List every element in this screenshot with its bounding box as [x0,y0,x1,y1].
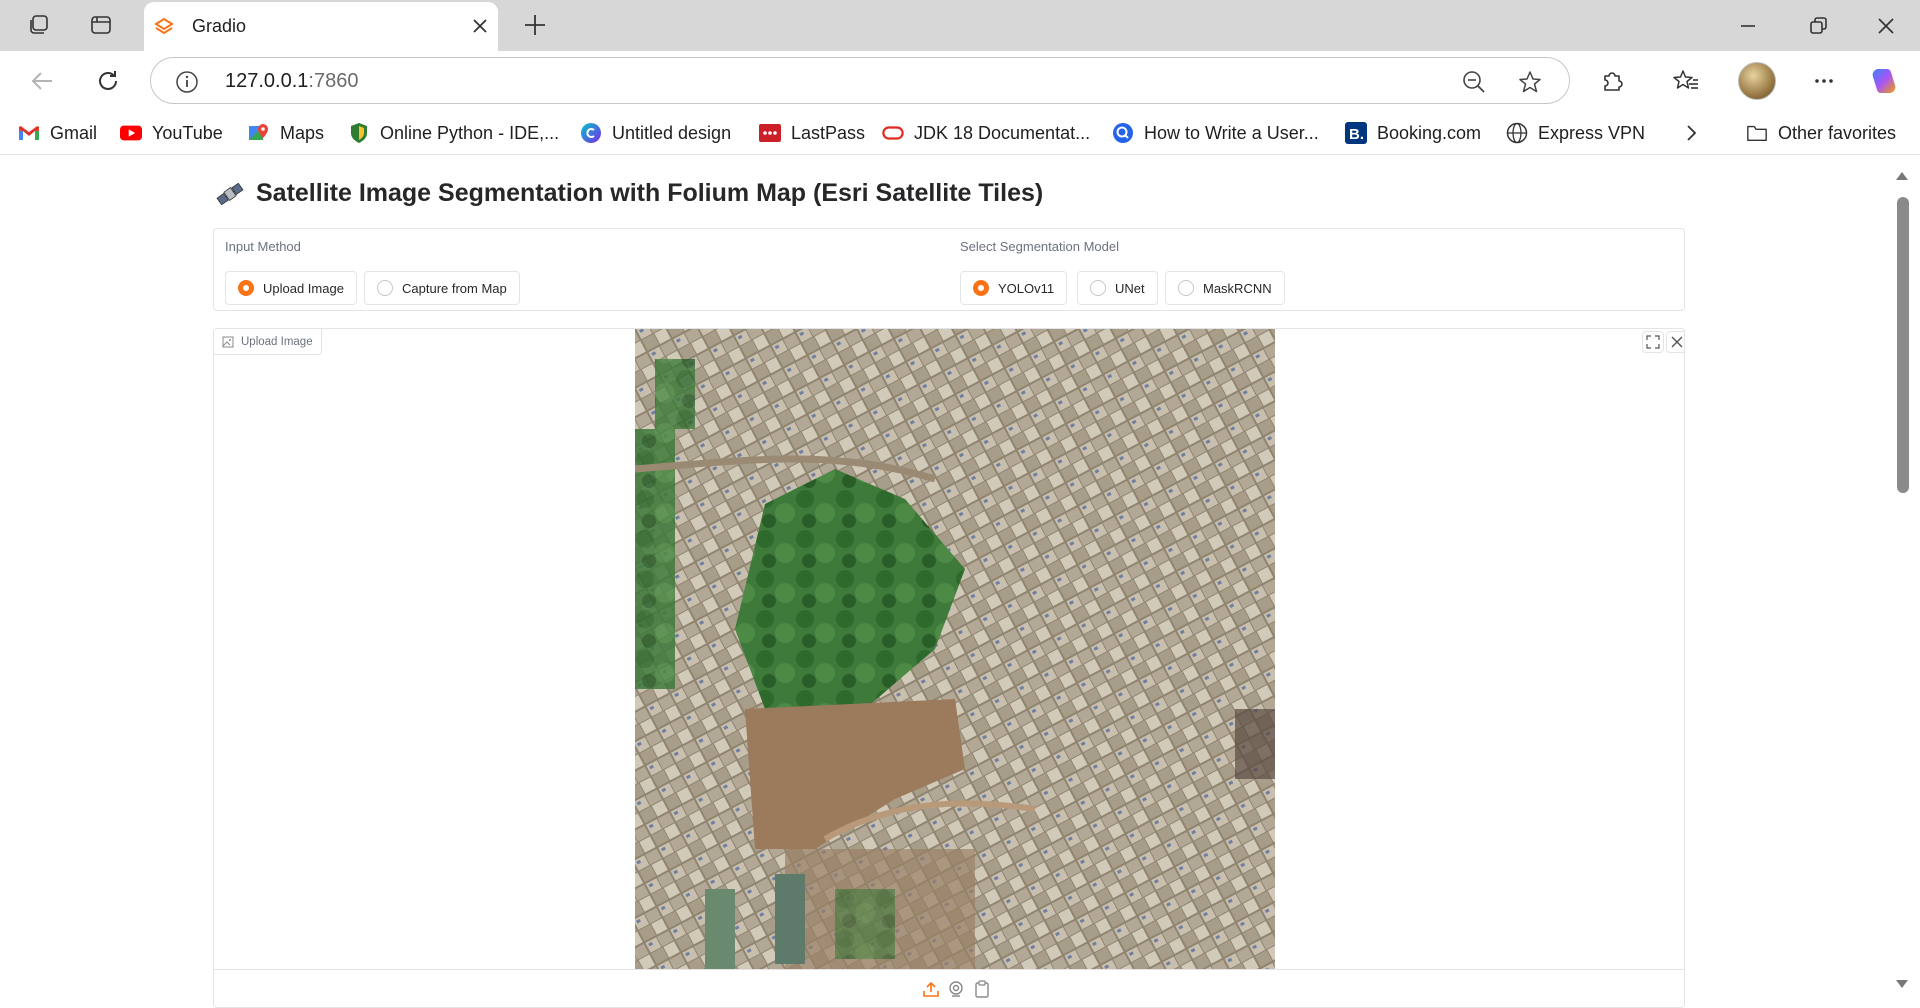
clear-image-button[interactable] [1666,331,1684,353]
gradio-app: Satellite Image Segmentation with Folium… [6,163,1890,1008]
satellite-image[interactable] [635,329,1275,969]
tab-strip: Gradio [0,0,1920,51]
options-row: Input Method Upload Image Capture from M… [213,228,1685,311]
close-tab-icon[interactable] [470,16,490,36]
bookmark-online-python[interactable]: Online Python - IDE,... [348,121,559,145]
radio-empty-icon [1178,280,1194,296]
bookmark-untitled-design[interactable]: Untitled design [580,121,731,145]
radio-capture-from-map[interactable]: Capture from Map [364,271,520,305]
extensions-button[interactable] [1596,65,1628,97]
bookmark-maps[interactable]: Maps [248,121,324,145]
gradio-favicon-icon [154,17,174,35]
restore-icon[interactable] [1806,14,1830,38]
image-icon [222,336,234,347]
zoom-out-icon[interactable] [1461,69,1487,95]
tab-gradio[interactable]: Gradio [144,2,498,51]
favorite-star-icon[interactable] [1517,69,1543,95]
favorites-list-icon [1673,70,1698,89]
minimize-icon[interactable] [1736,14,1760,38]
globe-search-icon [1112,122,1134,144]
bookmark-gmail[interactable]: Gmail [18,121,97,145]
radio-empty-icon [1090,280,1106,296]
fullscreen-icon [1646,335,1660,349]
image-source-toolbar [214,969,1684,1007]
upload-image-panel: Upload Image [213,328,1685,1008]
bookmarks-bar: Gmail YouTube Maps Online Python - IDE,.… [0,111,1920,155]
other-favorites[interactable]: Other favorites [1746,121,1896,145]
site-info-icon[interactable] [175,70,199,94]
fullscreen-button[interactable] [1642,331,1664,353]
close-window-icon[interactable] [1874,14,1898,38]
folder-icon [1746,122,1768,144]
oracle-icon [882,122,904,144]
clipboard-icon[interactable] [973,980,991,998]
upload-icon[interactable] [922,980,940,998]
satellite-icon [216,182,244,205]
tab-title: Gradio [192,16,247,36]
bookmark-booking[interactable]: B. Booking.com [1345,121,1481,145]
arrow-left-icon [31,72,52,90]
scroll-up-arrow-icon[interactable] [1892,169,1912,183]
puzzle-icon [1604,72,1623,91]
bookmark-lastpass[interactable]: LastPass [759,121,865,145]
booking-icon: B. [1345,122,1367,144]
bookmarks-overflow-button[interactable] [1680,121,1702,145]
chevron-right-icon [1687,125,1697,141]
radio-selected-icon [973,280,989,296]
new-tab-icon[interactable] [522,12,548,38]
page-title: Satellite Image Segmentation with Folium… [216,179,1043,208]
back-button[interactable] [26,65,58,97]
lastpass-icon [759,122,781,144]
copilot-button[interactable] [1868,65,1900,97]
bookmark-youtube[interactable]: YouTube [120,121,223,145]
address-bar[interactable]: 127.0.0.1:7860 [150,57,1570,104]
radio-yolov11[interactable]: YOLOv11 [960,271,1068,305]
radio-empty-icon [377,280,393,296]
svg-text:B.: B. [1349,126,1364,143]
bookmark-jdk-docs[interactable]: JDK 18 Documentat... [882,121,1090,145]
radio-unet[interactable]: UNet [1077,271,1158,305]
maps-icon [248,122,270,144]
model-label: Select Segmentation Model [960,239,1119,254]
scroll-down-arrow-icon[interactable] [1892,977,1912,991]
youtube-icon [120,122,142,144]
more-dots-icon [1815,79,1833,83]
bookmark-express-vpn[interactable]: Express VPN [1506,121,1645,145]
favorites-button[interactable] [1670,65,1702,97]
radio-upload-image[interactable]: Upload Image [225,271,357,305]
bookmark-how-to-write[interactable]: How to Write a User... [1112,121,1319,145]
radio-selected-icon [238,280,254,296]
close-icon [1671,336,1683,348]
workspaces-icon[interactable] [26,12,52,38]
webcam-icon[interactable] [947,980,965,998]
globe-icon [1506,122,1528,144]
shield-icon [348,122,370,144]
reload-button[interactable] [92,65,124,97]
copilot-icon [1872,69,1896,94]
reload-icon [99,71,117,90]
input-method-label: Input Method [225,239,301,254]
url-text[interactable]: 127.0.0.1:7860 [225,70,358,93]
image-panel-label: Upload Image [214,329,322,355]
more-menu-button[interactable] [1808,65,1840,97]
browser-toolbar: 127.0.0.1:7860 [0,51,1920,111]
profile-avatar[interactable] [1738,62,1776,100]
scrollbar-thumb[interactable] [1897,197,1909,493]
radio-maskrcnn[interactable]: MaskRCNN [1165,271,1285,305]
page-scrollbar[interactable] [1892,163,1912,1008]
canva-icon [580,122,602,144]
gmail-icon [18,122,40,144]
tab-actions-icon[interactable] [88,12,114,38]
